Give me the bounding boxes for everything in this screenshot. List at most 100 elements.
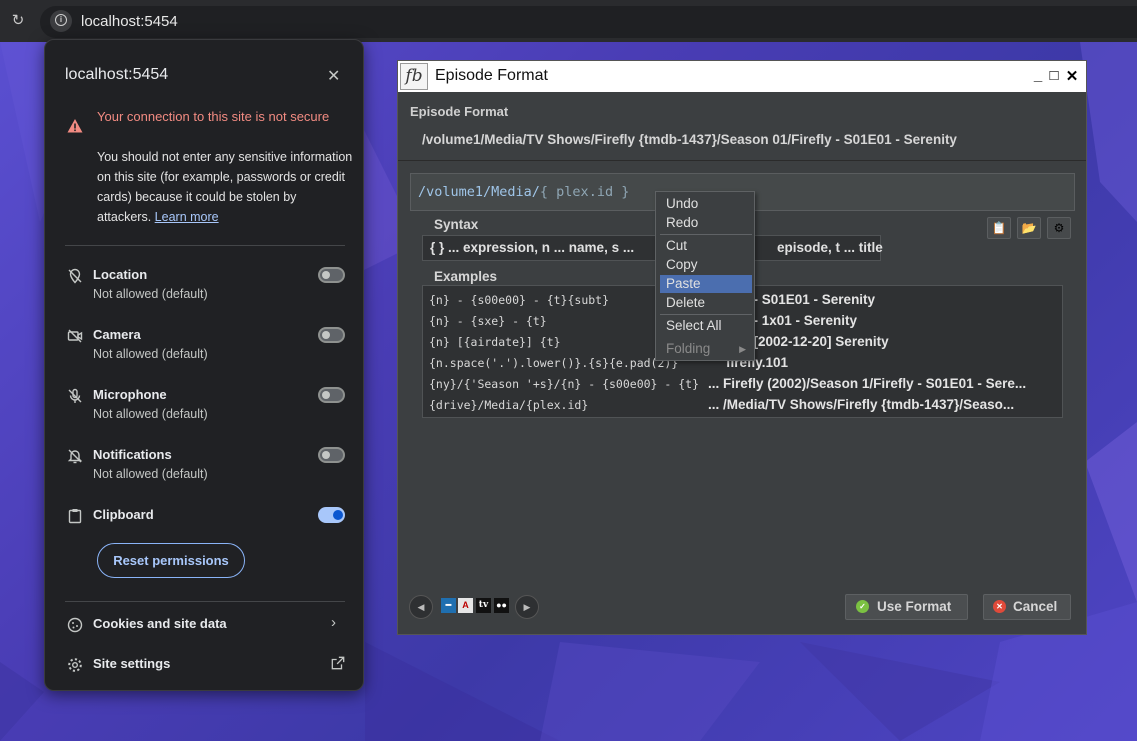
example-format: {drive}/Media/{plex.id} bbox=[429, 398, 589, 412]
check-icon: ✓ bbox=[856, 600, 869, 613]
example-row[interactable]: {ny}/{'Season '+s}/{n} - {s00e00} - {t} … bbox=[423, 373, 1062, 394]
anidb-icon[interactable]: A bbox=[458, 598, 473, 613]
menu-item-redo[interactable]: Redo bbox=[660, 214, 752, 232]
permission-status: Not allowed (default) bbox=[93, 467, 208, 481]
close-icon[interactable]: ✕ bbox=[327, 66, 340, 86]
submenu-arrow-icon: ▶ bbox=[739, 344, 746, 354]
next-icon[interactable]: ▶ bbox=[515, 595, 539, 619]
microphone-toggle[interactable] bbox=[318, 387, 345, 403]
example-result: ... /Media/TV Shows/Firefly {tmdb-1437}/… bbox=[708, 397, 1015, 412]
examples-label: Examples bbox=[434, 269, 498, 284]
menu-separator bbox=[660, 314, 752, 315]
divider bbox=[65, 245, 345, 246]
camera-toggle[interactable] bbox=[318, 327, 345, 343]
warning-title: Your connection to this site is not secu… bbox=[97, 109, 330, 124]
cookies-label: Cookies and site data bbox=[93, 616, 227, 631]
tv-icon[interactable]: tv bbox=[476, 598, 491, 613]
example-format: {n.space('.').lower()}.{s}{e.pad(2)} bbox=[429, 356, 679, 370]
menu-separator bbox=[660, 234, 752, 235]
divider bbox=[65, 601, 345, 602]
permission-label: Notifications bbox=[93, 447, 172, 462]
notifications-toggle[interactable] bbox=[318, 447, 345, 463]
menu-item-select-all[interactable]: Select All bbox=[660, 317, 752, 335]
minimize-icon[interactable]: _ bbox=[1031, 67, 1045, 84]
menu-item-undo[interactable]: Undo bbox=[660, 195, 752, 213]
permission-label: Camera bbox=[93, 327, 141, 342]
warning-body-text: You should not enter any sensitive infor… bbox=[97, 150, 353, 224]
settings-icon[interactable]: ⚙ bbox=[1047, 217, 1071, 239]
filebot-logo: fb bbox=[400, 63, 428, 90]
url-text[interactable]: localhost:5454 bbox=[81, 13, 178, 30]
popup-title: localhost:5454 bbox=[65, 66, 169, 83]
context-menu: Undo Redo Cut Copy Paste Delete Select A… bbox=[655, 191, 755, 361]
site-settings-row[interactable]: Site settings bbox=[65, 653, 345, 675]
permission-status: Not allowed (default) bbox=[93, 407, 208, 421]
reload-icon[interactable]: ↻ bbox=[10, 13, 26, 29]
menu-item-cut[interactable]: Cut bbox=[660, 237, 752, 255]
example-result: fly [2002-12-20] Serenity bbox=[734, 334, 889, 349]
permission-microphone: Microphone Not allowed (default) bbox=[65, 386, 345, 430]
learn-more-link[interactable]: Learn more bbox=[155, 210, 219, 224]
previous-icon[interactable]: ◀ bbox=[409, 595, 433, 619]
syntax-help: { } ... expression, n ... name, s ... ep… bbox=[422, 235, 883, 261]
warning-icon bbox=[67, 119, 83, 133]
maximize-icon[interactable]: □ bbox=[1047, 67, 1061, 84]
preview-path: /volume1/Media/TV Shows/Firefly {tmdb-14… bbox=[422, 132, 957, 147]
permission-notifications: Notifications Not allowed (default) bbox=[65, 446, 345, 490]
external-link-icon bbox=[331, 656, 345, 670]
menu-item-folding[interactable]: Folding ▶ bbox=[660, 340, 752, 358]
open-folder-icon[interactable]: 📂 bbox=[1017, 217, 1041, 239]
gear-icon bbox=[68, 658, 82, 672]
location-toggle[interactable] bbox=[318, 267, 345, 283]
cookie-icon bbox=[67, 617, 83, 633]
expression-text: /volume1/Media/{ plex.id } bbox=[418, 184, 630, 200]
bell-off-icon bbox=[67, 449, 83, 464]
example-result: ... Firefly (2002)/Season 1/Firefly - S0… bbox=[708, 376, 1027, 391]
permission-label: Location bbox=[93, 267, 148, 282]
window-titlebar: fb Episode Format _ □ ✕ bbox=[398, 61, 1086, 92]
cancel-icon: ✕ bbox=[993, 600, 1006, 613]
permission-label: Microphone bbox=[93, 387, 167, 402]
permission-status: Not allowed (default) bbox=[93, 287, 208, 301]
mask-icon[interactable]: ●● bbox=[494, 598, 509, 613]
chevron-right-icon: › bbox=[331, 614, 336, 631]
menu-item-paste[interactable]: Paste bbox=[660, 275, 752, 293]
example-format: {ny}/{'Season '+s}/{n} - {s00e00} - {t} bbox=[429, 377, 700, 391]
reset-permissions-button[interactable]: Reset permissions bbox=[97, 543, 245, 578]
permission-camera: Camera Not allowed (default) bbox=[65, 326, 345, 370]
permission-location: Location Not allowed (default) bbox=[65, 266, 345, 310]
cancel-button[interactable]: ✕ Cancel bbox=[983, 594, 1071, 620]
tvdb-icon[interactable]: ━ bbox=[441, 598, 456, 613]
syntax-label: Syntax bbox=[434, 217, 479, 232]
example-format: {n} - {s00e00} - {t}{subt} bbox=[429, 293, 610, 307]
info-icon: i bbox=[55, 14, 67, 26]
site-info-button[interactable]: i bbox=[50, 10, 72, 32]
divider bbox=[398, 160, 1086, 161]
browser-toolbar: ↻ i localhost:5454 bbox=[0, 0, 1137, 42]
cookies-row[interactable]: Cookies and site data › bbox=[65, 613, 345, 635]
permission-status: Not allowed (default) bbox=[93, 347, 208, 361]
address-bar[interactable] bbox=[40, 6, 1137, 38]
clipboard-icon bbox=[68, 509, 82, 524]
site-settings-label: Site settings bbox=[93, 656, 171, 671]
camera-off-icon bbox=[67, 329, 83, 343]
example-format: {n} - {sxe} - {t} bbox=[429, 314, 547, 328]
microphone-off-icon bbox=[68, 388, 82, 403]
window-title: Episode Format bbox=[435, 67, 548, 84]
syntax-text-left: { } ... expression, n ... name, s ... bbox=[430, 240, 635, 255]
menu-item-delete[interactable]: Delete bbox=[660, 294, 752, 312]
paste-clipboard-icon[interactable]: 📋 bbox=[987, 217, 1011, 239]
example-row[interactable]: {drive}/Media/{plex.id} ... /Media/TV Sh… bbox=[423, 394, 1062, 415]
example-format: {n} [{airdate}] {t} bbox=[429, 335, 561, 349]
site-info-popup: localhost:5454 ✕ Your connection to this… bbox=[44, 39, 364, 691]
syntax-text-right: episode, t ... title bbox=[777, 240, 883, 255]
use-format-button[interactable]: ✓ Use Format bbox=[845, 594, 968, 620]
menu-item-folding-label: Folding bbox=[666, 341, 711, 356]
menu-item-copy[interactable]: Copy bbox=[660, 256, 752, 274]
example-result: fly - S01E01 - Serenity bbox=[734, 292, 876, 307]
warning-body: You should not enter any sensitive infor… bbox=[97, 147, 353, 227]
permission-label: Clipboard bbox=[93, 507, 154, 522]
close-window-icon[interactable]: ✕ bbox=[1065, 67, 1079, 85]
clipboard-toggle[interactable] bbox=[318, 507, 345, 523]
location-off-icon bbox=[68, 268, 82, 284]
